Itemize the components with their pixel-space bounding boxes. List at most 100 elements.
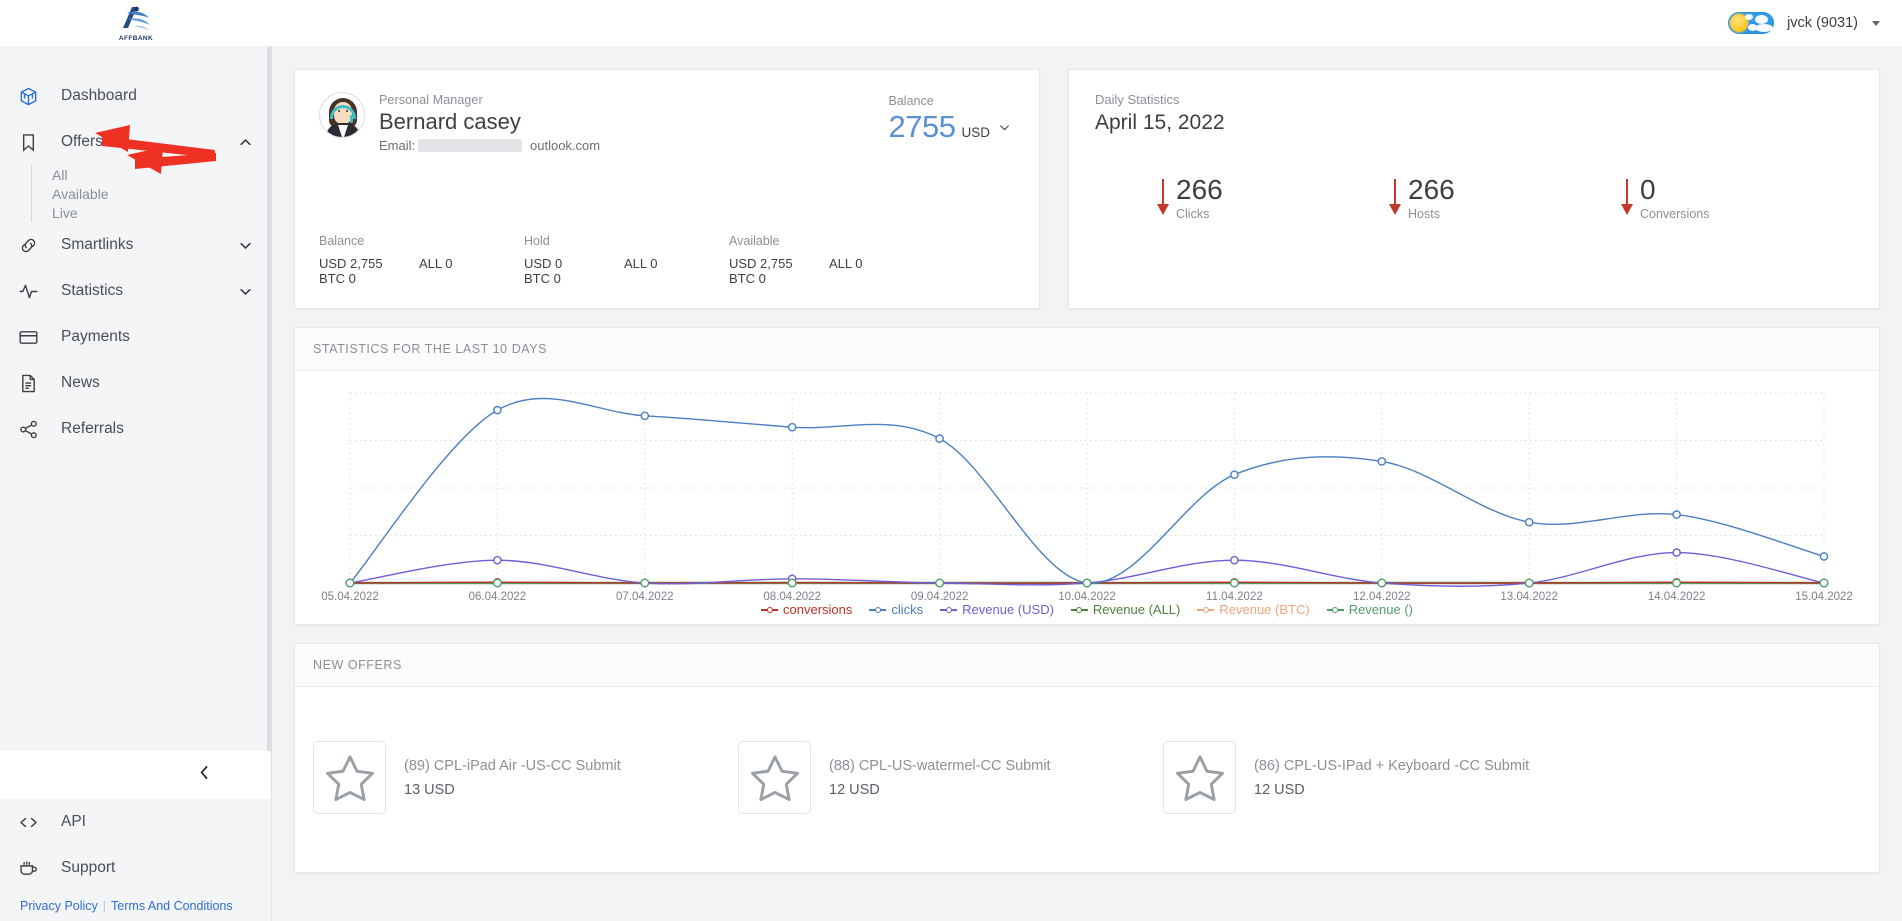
balance-column-hold: Hold USD 0 ALL 0 BTC 0 bbox=[524, 234, 729, 286]
sidebar-item-label: Payments bbox=[61, 328, 130, 345]
sidebar-item-smartlinks[interactable]: Smartlinks bbox=[0, 222, 271, 268]
daily-statistics-metrics: 266 Clicks 266 Hosts 0 Conversions bbox=[1095, 175, 1853, 221]
balance-amount: 2755 bbox=[888, 109, 956, 144]
arrow-down-icon bbox=[1157, 179, 1169, 217]
balances-grid: Balance USD 2,755 ALL 0 BTC 0 Hold USD 0 A… bbox=[319, 234, 1015, 286]
legend-marker-icon bbox=[761, 605, 778, 614]
sidebar-item-label: API bbox=[61, 813, 86, 830]
chart-body: 05.04.2022 06.04.2022 07.04.2022 08.04.2022… bbox=[295, 371, 1879, 625]
pulse-icon bbox=[18, 281, 52, 302]
sidebar-item-dashboard[interactable]: Dashboard bbox=[0, 73, 271, 119]
metric-caption: Hosts bbox=[1408, 207, 1440, 221]
credit-card-icon bbox=[18, 327, 52, 348]
column-value: USD 2,755 bbox=[729, 256, 793, 271]
sidebar-collapse-row bbox=[0, 751, 271, 799]
statistics-line-chart[interactable]: 05.04.2022 06.04.2022 07.04.2022 08.04.2022… bbox=[295, 371, 1879, 625]
legend-item[interactable]: Revenue () bbox=[1326, 602, 1413, 617]
daily-statistics-card: Daily Statistics April 15, 2022 266 Clic… bbox=[1068, 69, 1880, 309]
sidebar-item-payments[interactable]: Payments bbox=[0, 314, 271, 360]
new-offers-card: NEW OFFERS (89) CPL-iPad Air -US-CC Subm… bbox=[294, 643, 1880, 873]
sidebar: Dashboard Offers All Available Live Smar… bbox=[0, 47, 272, 921]
legend-item[interactable]: Revenue (ALL) bbox=[1070, 602, 1181, 617]
offer-item[interactable]: (89) CPL-iPad Air -US-CC Submit 13 USD bbox=[313, 741, 738, 814]
chart-card-title: STATISTICS FOR THE LAST 10 DAYS bbox=[295, 328, 1879, 371]
chevron-down-icon[interactable] bbox=[998, 121, 1011, 134]
metric-value: 0 bbox=[1640, 174, 1656, 205]
manager-role-label: Personal Manager bbox=[379, 93, 483, 107]
manager-email-prefix: Email: bbox=[379, 138, 416, 153]
new-offers-title: NEW OFFERS bbox=[295, 644, 1879, 687]
sidebar-item-api[interactable]: API bbox=[0, 799, 271, 845]
manager-name: Bernard casey bbox=[379, 109, 521, 134]
sidebar-item-label: Referrals bbox=[61, 420, 124, 437]
statistics-chart-card: STATISTICS FOR THE LAST 10 DAYS 05.04.20… bbox=[294, 327, 1880, 625]
daily-statistics-label: Daily Statistics bbox=[1095, 92, 1180, 107]
offer-price: 13 USD bbox=[404, 781, 455, 798]
manager-email: Email: outlook.com bbox=[379, 138, 600, 153]
sidebar-item-offers-available[interactable]: Available bbox=[32, 184, 271, 203]
brand-logo[interactable]: AFFBANK bbox=[0, 4, 272, 42]
legend-item[interactable]: clicks bbox=[869, 602, 923, 617]
privacy-policy-link[interactable]: Privacy Policy bbox=[20, 899, 98, 913]
sidebar-item-statistics[interactable]: Statistics bbox=[0, 268, 271, 314]
sidebar-item-news[interactable]: News bbox=[0, 360, 271, 406]
legend-item[interactable]: Revenue (USD) bbox=[940, 602, 1054, 617]
metric-conversions: 0 Conversions bbox=[1621, 175, 1853, 221]
sidebar-item-offers[interactable]: Offers bbox=[0, 119, 271, 165]
legal-separator: | bbox=[102, 899, 107, 913]
legend-label: conversions bbox=[783, 602, 853, 617]
offer-item[interactable]: (88) CPL-US-watermel-CC Submit 12 USD bbox=[738, 741, 1163, 814]
coffee-cup-icon bbox=[18, 858, 52, 879]
metric-value: 266 bbox=[1176, 174, 1223, 205]
offer-item[interactable]: (86) CPL-US-IPad + Keyboard -CC Submit 1… bbox=[1163, 741, 1588, 814]
sidebar-item-referrals[interactable]: Referrals bbox=[0, 406, 271, 452]
legend-marker-icon bbox=[869, 605, 887, 614]
sidebar-item-label: Smartlinks bbox=[61, 236, 134, 253]
legend-label: Revenue (BTC) bbox=[1219, 602, 1310, 617]
balance-selector[interactable]: 2755 USD bbox=[889, 109, 1011, 145]
offer-price: 12 USD bbox=[829, 781, 880, 798]
chevron-down-icon[interactable] bbox=[238, 238, 253, 253]
column-value: BTC 0 bbox=[729, 271, 766, 286]
star-outline-icon bbox=[313, 741, 386, 814]
link-icon bbox=[18, 235, 52, 256]
balance-currency: USD bbox=[961, 125, 990, 140]
chevron-down-icon[interactable] bbox=[1872, 20, 1880, 26]
cube-icon bbox=[18, 86, 52, 107]
chevron-down-icon[interactable] bbox=[238, 284, 253, 299]
sidebar-item-offers-live[interactable]: Live bbox=[32, 203, 271, 222]
chevron-left-icon[interactable] bbox=[196, 764, 213, 786]
support-agent-avatar bbox=[319, 92, 365, 138]
metric-clicks: 266 Clicks bbox=[1157, 175, 1389, 221]
affbank-logo-icon: AFFBANK bbox=[113, 4, 159, 42]
balance-block: Balance 2755 USD bbox=[889, 94, 1011, 145]
sidebar-item-support[interactable]: Support bbox=[0, 845, 271, 891]
sidebar-item-offers-all[interactable]: All bbox=[32, 165, 271, 184]
sidebar-subitem-label: Live bbox=[52, 204, 78, 221]
chevron-up-icon[interactable] bbox=[238, 135, 253, 150]
terms-link[interactable]: Terms And Conditions bbox=[111, 899, 233, 913]
legend-label: Revenue (ALL) bbox=[1092, 602, 1181, 617]
balance-label: Balance bbox=[888, 94, 934, 108]
balance-column-balance: Balance USD 2,755 ALL 0 BTC 0 bbox=[319, 234, 524, 286]
user-menu-label[interactable]: jvck (9031) bbox=[1787, 15, 1858, 31]
column-value: ALL 0 bbox=[419, 256, 453, 271]
column-value: USD 0 bbox=[524, 256, 563, 271]
legend-item[interactable]: conversions bbox=[761, 602, 852, 617]
offer-name: (89) CPL-iPad Air -US-CC Submit bbox=[404, 757, 621, 774]
top-cards-row: Personal Manager Bernard casey Email: ou… bbox=[294, 69, 1880, 309]
legend-item[interactable]: Revenue (BTC) bbox=[1197, 602, 1310, 617]
bookmark-icon bbox=[18, 132, 52, 153]
sidebar-item-label: News bbox=[61, 374, 100, 391]
chart-legend: conversions clicks Revenue (USD) Revenue (A… bbox=[295, 602, 1879, 617]
metric-hosts: 266 Hosts bbox=[1389, 175, 1621, 221]
day-night-toggle-icon[interactable] bbox=[1728, 12, 1775, 34]
arrow-down-icon bbox=[1621, 179, 1633, 217]
balance-column-available: Available USD 2,755 ALL 0 BTC 0 bbox=[729, 234, 934, 286]
column-value: ALL 0 bbox=[829, 256, 863, 271]
column-value: BTC 0 bbox=[524, 271, 561, 286]
column-head: Hold bbox=[524, 234, 550, 248]
share-icon bbox=[18, 419, 52, 440]
sidebar-legal-links: Privacy Policy | Terms And Conditions bbox=[0, 891, 271, 913]
offer-price: 12 USD bbox=[1254, 781, 1305, 798]
